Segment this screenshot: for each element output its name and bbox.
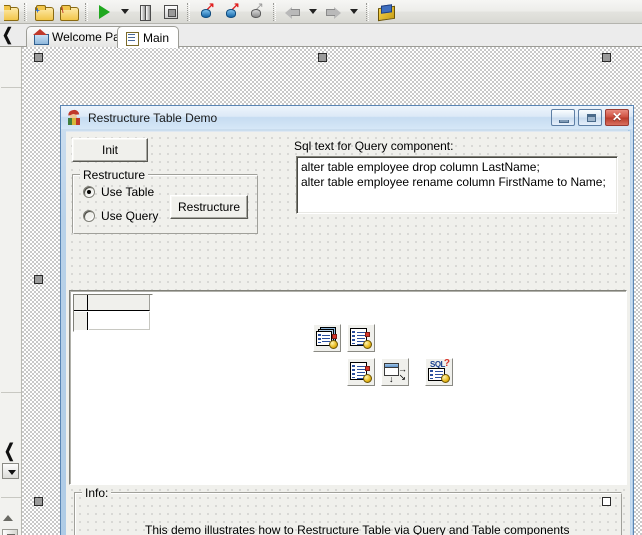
info-groupbox: Info: This demo illustrates how to Restr… <box>74 492 622 535</box>
form-client-area[interactable]: Init Restructure Use Table Use Query <box>66 131 630 535</box>
resize-handle-middle-left[interactable] <box>34 275 43 284</box>
toolbar-group-nav <box>280 1 362 23</box>
sql-line: alter table employee rename column First… <box>301 175 613 190</box>
radio-button-indicator <box>83 186 95 198</box>
maximize-button[interactable] <box>578 109 602 126</box>
tab-scroll-left-icon[interactable]: ❮ <box>2 25 13 46</box>
info-text: This demo illustrates how to Restructure… <box>145 523 569 535</box>
grid-header-cell[interactable] <box>88 295 150 311</box>
pause-icon[interactable] <box>133 1 158 23</box>
close-button[interactable]: ✕ <box>605 109 629 126</box>
package-icon[interactable] <box>373 1 398 23</box>
content-panel[interactable]: → ↘ ↓ SQL ? <box>69 290 627 485</box>
toolbar-separator-4 <box>273 3 276 21</box>
form-window[interactable]: Restructure Table Demo ✕ Init <box>60 105 634 535</box>
stop-icon[interactable] <box>158 1 183 23</box>
open-file-icon[interactable]: + <box>31 1 56 23</box>
grid-row-indicator <box>74 312 88 330</box>
restructure-button[interactable]: Restructure <box>170 195 248 219</box>
init-button-label: Init <box>102 143 118 157</box>
window-buttons: ✕ <box>551 109 629 126</box>
left-gutter: ❮ <box>0 47 22 535</box>
radio-label: Use Query <box>101 209 158 223</box>
toolbar-separator-3 <box>187 3 190 21</box>
gutter-collapse-icon[interactable]: ❮ <box>4 440 15 462</box>
form-title-bar[interactable]: Restructure Table Demo ✕ <box>61 106 633 129</box>
toolbar-group-file: + \ <box>4 1 81 23</box>
toolbar-separator-2 <box>85 3 88 21</box>
open-project-icon[interactable] <box>4 1 20 23</box>
forward-icon[interactable] <box>321 1 346 23</box>
scroll-up-icon[interactable] <box>3 515 13 521</box>
restructure-groupbox-legend: Restructure <box>80 168 148 182</box>
minimize-button[interactable] <box>551 109 575 126</box>
scrollbar-thumb[interactable] <box>2 529 18 535</box>
grid-data-cell[interactable] <box>89 312 150 330</box>
editor-tab-strip: ❮ Welcome Page Main <box>0 24 642 47</box>
info-groupbox-legend: Info: <box>82 486 111 500</box>
radio-use-query[interactable]: Use Query <box>83 209 158 223</box>
tab-label: Main <box>143 31 169 45</box>
radio-label: Use Table <box>101 185 154 199</box>
gutter-dropdown-button[interactable] <box>2 463 19 479</box>
sql-text-label: Sql text for Query component: <box>294 139 453 153</box>
trace-to-next-source-icon[interactable]: ↗ <box>244 1 269 23</box>
table-component-icon[interactable] <box>347 324 375 352</box>
table-component-icon-2[interactable] <box>347 358 375 386</box>
toolbar-separator <box>24 3 27 21</box>
toolbar-group-run <box>92 1 183 23</box>
resize-handle-bottom-right[interactable] <box>602 497 611 506</box>
radio-use-table[interactable]: Use Table <box>83 185 154 199</box>
db-grid[interactable] <box>73 294 153 332</box>
sql-line: alter table employee drop column LastNam… <box>301 160 613 175</box>
application-icon <box>67 110 83 126</box>
back-icon[interactable] <box>280 1 305 23</box>
form-designer-surface[interactable]: Restructure Table Demo ✕ Init <box>22 47 642 535</box>
tab-main[interactable]: Main <box>117 26 179 48</box>
grid-corner-cell <box>74 295 88 311</box>
screen: + \ ↗ ↗ ↗ <box>0 0 642 535</box>
page-icon <box>125 31 139 45</box>
query-component-icon[interactable]: SQL ? <box>425 358 453 386</box>
toolbar-group-packages <box>373 1 398 23</box>
resize-handle-bottom-left[interactable] <box>34 497 43 506</box>
restructure-button-label: Restructure <box>178 200 240 214</box>
form-title-text: Restructure Table Demo <box>88 111 217 125</box>
toolbar-group-debug: ↗ ↗ ↗ <box>194 1 269 23</box>
step-over-icon[interactable]: ↗ <box>194 1 219 23</box>
forward-dropdown-icon[interactable] <box>346 1 362 23</box>
datasource-component-icon[interactable]: → ↘ ↓ <box>381 358 409 386</box>
radio-button-indicator <box>83 210 95 222</box>
back-dropdown-icon[interactable] <box>305 1 321 23</box>
trace-into-icon[interactable]: ↗ <box>219 1 244 23</box>
init-button[interactable]: Init <box>72 138 148 162</box>
table-list-component-icon[interactable] <box>313 324 341 352</box>
run-dropdown-icon[interactable] <box>117 1 133 23</box>
home-icon <box>34 30 48 44</box>
resize-handle-top-left[interactable] <box>34 53 43 62</box>
run-icon[interactable] <box>92 1 117 23</box>
ide-toolbar: + \ ↗ ↗ ↗ <box>0 0 642 24</box>
toolbar-separator-5 <box>366 3 369 21</box>
restructure-groupbox: Restructure Use Table Use Query Restruct… <box>72 174 258 234</box>
save-all-icon[interactable]: \ <box>56 1 81 23</box>
sql-text-memo[interactable]: alter table employee drop column LastNam… <box>296 156 618 214</box>
resize-handle-top-right[interactable] <box>602 53 611 62</box>
resize-handle-top-center[interactable] <box>318 53 327 62</box>
